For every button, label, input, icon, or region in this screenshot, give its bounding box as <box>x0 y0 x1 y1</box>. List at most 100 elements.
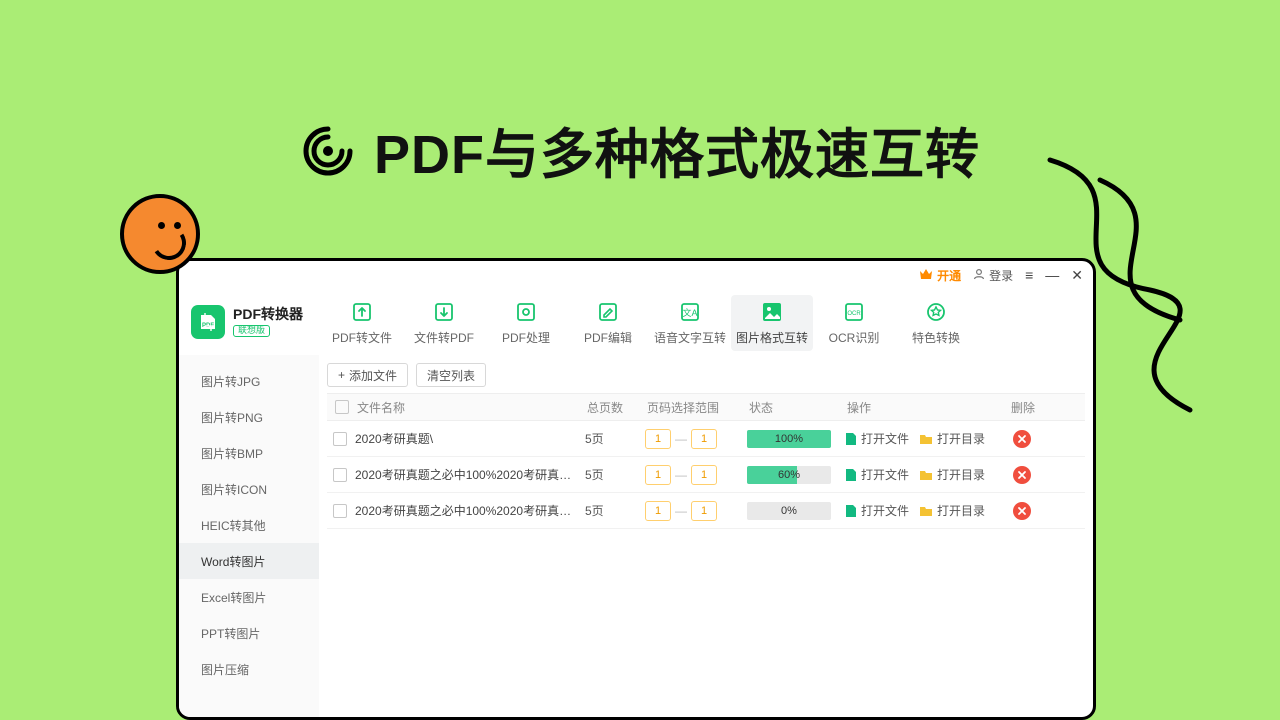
minimize-icon[interactable]: — <box>1045 267 1059 284</box>
close-icon <box>1017 506 1027 516</box>
plus-icon: + <box>338 368 345 382</box>
open-file-link[interactable]: 打开文件 <box>845 466 909 483</box>
page-range: — <box>645 465 747 485</box>
file-icon <box>845 432 857 446</box>
top-tab-3[interactable]: PDF编辑 <box>567 295 649 351</box>
top-tab-1[interactable]: 文件转PDF <box>403 295 485 351</box>
user-icon <box>973 268 985 283</box>
top-tab-2[interactable]: PDF处理 <box>485 295 567 351</box>
page-from-input[interactable] <box>645 429 671 449</box>
add-file-label: 添加文件 <box>349 367 397 384</box>
marketing-headline: PDF与多种格式极速互转 <box>0 110 1280 189</box>
sidebar-item-6[interactable]: Excel转图片 <box>179 579 319 615</box>
top-tab-6[interactable]: OCROCR识别 <box>813 295 895 351</box>
app-window: 开通 登录 ≡ — ✕ PDF PDF转换器 联想版 PDF转文件文件转PDF P… <box>176 258 1096 720</box>
open-file-link[interactable]: 打开文件 <box>845 502 909 519</box>
top-tab-label: OCR识别 <box>829 329 880 346</box>
row-checkbox[interactable] <box>333 504 347 518</box>
page-to-input[interactable] <box>691 501 717 521</box>
main-panel: + 添加文件 清空列表 文件名称 总页数 页码选择范围 状态 操作 删除 202… <box>319 355 1093 717</box>
file-name: 2020考研真题\ <box>355 430 585 447</box>
top-tab-label: PDF处理 <box>502 329 550 346</box>
delete-button[interactable] <box>1013 502 1031 520</box>
progress-bar: 100% <box>747 430 831 448</box>
sidebar-item-label: Word转图片 <box>201 553 265 570</box>
delete-button[interactable] <box>1013 466 1031 484</box>
top-tab-0[interactable]: PDF转文件 <box>321 295 403 351</box>
open-dir-link[interactable]: 打开目录 <box>919 502 985 519</box>
clear-list-button[interactable]: 清空列表 <box>416 363 486 387</box>
col-del: 删除 <box>1009 399 1057 416</box>
delete-button[interactable] <box>1013 430 1031 448</box>
swirl-icon <box>300 123 356 179</box>
export-icon <box>351 301 373 323</box>
logo-mark-icon: PDF <box>191 305 225 339</box>
top-tab-7[interactable]: 特色转换 <box>895 295 977 351</box>
page-range: — <box>645 501 747 521</box>
col-name: 文件名称 <box>355 399 585 416</box>
open-dir-link[interactable]: 打开目录 <box>919 466 985 483</box>
svg-text:文A: 文A <box>682 307 697 318</box>
close-icon[interactable]: ✕ <box>1071 267 1083 284</box>
progress-pct: 60% <box>747 466 831 484</box>
open-dir-link[interactable]: 打开目录 <box>919 430 985 447</box>
sidebar-item-7[interactable]: PPT转图片 <box>179 615 319 651</box>
page-count: 5页 <box>585 466 645 483</box>
sidebar: 图片转JPG图片转PNG 图片转BMP 图片转ICON HEIC转其他 Word转图片 E… <box>179 355 319 717</box>
app-title: PDF转换器 <box>233 307 303 322</box>
page-from-input[interactable] <box>645 501 671 521</box>
top-tab-5[interactable]: 图片格式互转 <box>731 295 813 351</box>
add-file-button[interactable]: + 添加文件 <box>327 363 408 387</box>
page-count: 5页 <box>585 430 645 447</box>
col-status: 状态 <box>747 399 845 416</box>
col-pages: 总页数 <box>585 399 645 416</box>
top-tab-label: PDF编辑 <box>584 329 632 346</box>
close-icon <box>1017 434 1027 444</box>
sidebar-item-1[interactable]: 图片转PNG <box>179 399 319 435</box>
progress-bar: 60% <box>747 466 831 484</box>
app-edition-badge: 联想版 <box>233 325 270 337</box>
sidebar-item-label: 图片转BMP <box>201 445 263 462</box>
sidebar-item-5[interactable]: Word转图片 <box>179 543 319 579</box>
page-range: — <box>645 429 747 449</box>
sidebar-item-3[interactable]: 图片转ICON <box>179 471 319 507</box>
top-tab-4[interactable]: 文A语音文字互转 <box>649 295 731 351</box>
sidebar-item-0[interactable]: 图片转JPG <box>179 363 319 399</box>
grid-header: 文件名称 总页数 页码选择范围 状态 操作 删除 <box>327 393 1085 421</box>
table-row: 2020考研真题之必中100%2020考研真题1...5页 — 60% 打开文件 打开目… <box>327 457 1085 493</box>
row-checkbox[interactable] <box>333 432 347 446</box>
sidebar-item-label: Excel转图片 <box>201 589 266 606</box>
headline-text: PDF与多种格式极速互转 <box>374 125 980 185</box>
login-link[interactable]: 登录 <box>973 267 1013 284</box>
close-icon <box>1017 470 1027 480</box>
select-all-checkbox[interactable] <box>335 400 349 414</box>
login-label: 登录 <box>989 267 1013 284</box>
page-to-input[interactable] <box>691 429 717 449</box>
page-from-input[interactable] <box>645 465 671 485</box>
col-range: 页码选择范围 <box>645 399 747 416</box>
table-row: 2020考研真题\5页—100% 打开文件 打开目录 <box>327 421 1085 457</box>
row-checkbox[interactable] <box>333 468 347 482</box>
open-file-link[interactable]: 打开文件 <box>845 430 909 447</box>
sidebar-item-8[interactable]: 图片压缩 <box>179 651 319 687</box>
range-dash: — <box>675 504 687 518</box>
sidebar-item-label: HEIC转其他 <box>201 517 266 534</box>
menu-icon[interactable]: ≡ <box>1025 267 1033 284</box>
open-dir-label: 打开目录 <box>937 502 985 519</box>
import-icon <box>433 301 455 323</box>
open-file-label: 打开文件 <box>861 502 909 519</box>
edit-icon <box>597 301 619 323</box>
sidebar-item-2[interactable]: 图片转BMP <box>179 435 319 471</box>
open-dir-label: 打开目录 <box>937 430 985 447</box>
top-tab-label: 特色转换 <box>912 329 960 346</box>
file-icon <box>845 468 857 482</box>
page-to-input[interactable] <box>691 465 717 485</box>
open-file-label: 打开文件 <box>861 430 909 447</box>
vip-upgrade-link[interactable]: 开通 <box>919 267 961 284</box>
file-name: 2020考研真题之必中100%2020考研真题1... <box>355 466 585 483</box>
sidebar-item-4[interactable]: HEIC转其他 <box>179 507 319 543</box>
vip-icon <box>919 268 933 283</box>
range-dash: — <box>675 468 687 482</box>
open-dir-label: 打开目录 <box>937 466 985 483</box>
progress-pct: 100% <box>747 430 831 448</box>
